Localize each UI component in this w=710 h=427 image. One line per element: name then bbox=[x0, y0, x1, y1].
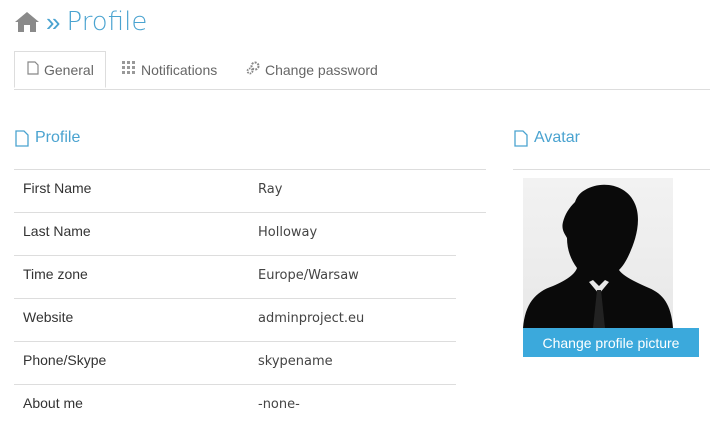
field-value: skypename bbox=[258, 354, 333, 369]
tab-label: Notifications bbox=[141, 61, 218, 78]
page-title: Profile bbox=[66, 7, 148, 37]
avatar bbox=[523, 178, 673, 328]
field-label: First Name bbox=[23, 180, 92, 196]
profile-table: First Name Ray Last Name Holloway Time z… bbox=[14, 169, 486, 427]
field-label: Website bbox=[23, 309, 74, 325]
table-row: First Name Ray bbox=[14, 169, 486, 212]
breadcrumb-separator: » bbox=[46, 6, 61, 37]
table-row: Website adminproject.eu bbox=[14, 298, 456, 341]
section-title: Profile bbox=[35, 129, 81, 146]
table-row: About me -none- bbox=[14, 384, 456, 427]
person-silhouette-icon bbox=[523, 184, 673, 328]
section-title: Avatar bbox=[534, 129, 580, 146]
document-icon bbox=[514, 129, 528, 147]
document-icon bbox=[15, 129, 29, 147]
tab-general[interactable]: General bbox=[14, 51, 106, 88]
field-label: Phone/Skype bbox=[23, 352, 107, 368]
tab-notifications[interactable]: Notifications bbox=[122, 51, 217, 88]
table-row: Time zone Europe/Warsaw bbox=[14, 255, 456, 298]
document-icon bbox=[27, 61, 39, 78]
field-value: Ray bbox=[258, 182, 283, 197]
change-profile-picture-button[interactable]: Change profile picture bbox=[523, 328, 699, 357]
tab-label: General bbox=[44, 61, 94, 78]
grid-icon bbox=[122, 61, 136, 78]
table-row: Last Name Holloway bbox=[14, 212, 486, 255]
avatar-section-heading: Avatar bbox=[514, 129, 580, 147]
tab-change-password[interactable]: Change password bbox=[246, 51, 378, 88]
field-value: Holloway bbox=[258, 225, 318, 240]
field-value: adminproject.eu bbox=[258, 311, 365, 326]
divider bbox=[513, 169, 710, 170]
field-label: Last Name bbox=[23, 223, 91, 239]
field-label: About me bbox=[23, 395, 83, 411]
field-value: -none- bbox=[258, 397, 300, 412]
table-row: Phone/Skype skypename bbox=[14, 341, 456, 384]
tab-label: Change password bbox=[265, 61, 378, 78]
field-value: Europe/Warsaw bbox=[258, 268, 359, 283]
gears-icon bbox=[246, 61, 260, 78]
page-header: » Profile bbox=[14, 6, 147, 38]
field-label: Time zone bbox=[23, 266, 88, 282]
tab-bar: General Notifications Change password bbox=[14, 51, 710, 90]
home-icon[interactable] bbox=[14, 11, 40, 33]
profile-section-heading: Profile bbox=[15, 129, 80, 147]
